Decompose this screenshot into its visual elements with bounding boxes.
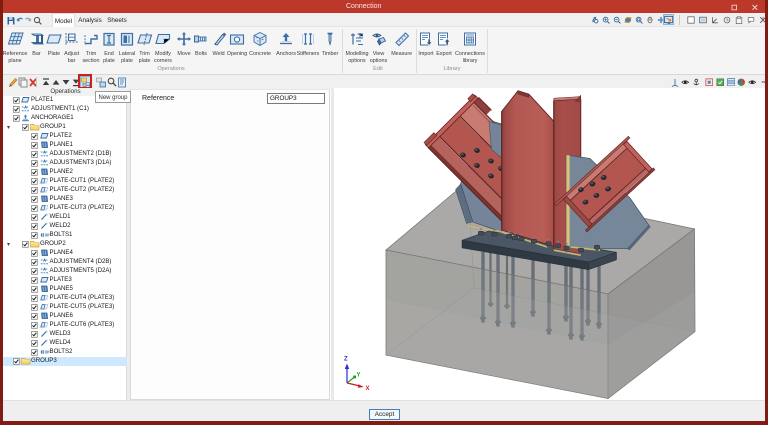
svg-text:Z: Z [344,357,348,363]
svg-text:X: X [366,386,370,392]
svg-text:Y: Y [357,373,361,379]
